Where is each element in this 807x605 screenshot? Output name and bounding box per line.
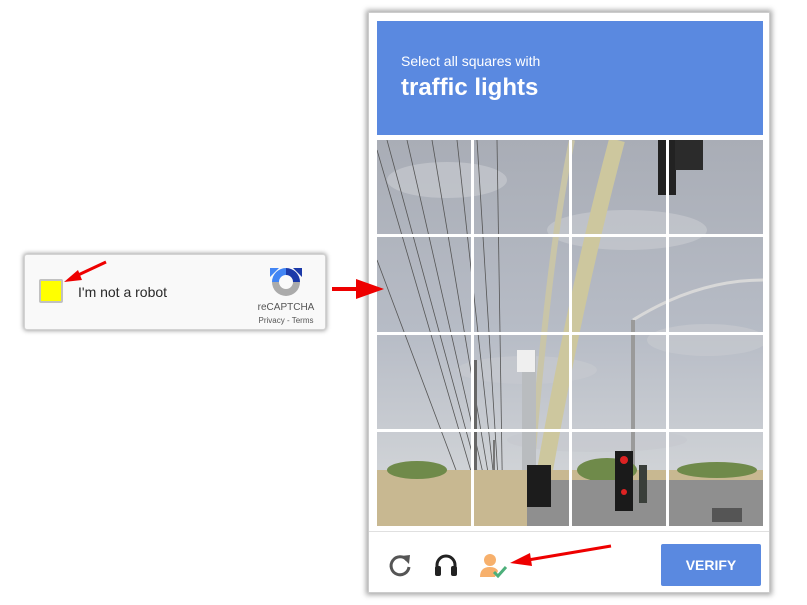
verify-button[interactable]: VERIFY [661,544,761,586]
image-grid [377,140,763,526]
image-tile[interactable] [668,237,763,332]
image-challenge-popup: Select all squares with traffic lights V… [368,12,770,593]
person-check-icon[interactable] [479,552,509,578]
image-tile[interactable] [571,237,666,332]
street-photo-slice [474,140,569,235]
street-photo-slice [668,140,763,235]
street-photo-slice [377,334,472,429]
challenge-footer: VERIFY [369,531,769,594]
challenge-target: traffic lights [401,74,539,101]
recaptcha-links: Privacy - Terms [251,316,321,325]
image-tile[interactable] [474,237,569,332]
street-photo-slice [377,431,472,526]
image-tile[interactable] [571,431,666,526]
street-photo-slice [474,237,569,332]
street-photo-slice [571,431,666,526]
street-photo-slice [571,334,666,429]
image-tile[interactable] [668,334,763,429]
image-tile[interactable] [377,237,472,332]
not-a-robot-label: I'm not a robot [78,284,168,300]
street-photo-slice [668,334,763,429]
image-tile[interactable] [571,334,666,429]
privacy-link[interactable]: Privacy [259,316,285,325]
recaptcha-checkbox-widget: I'm not a robot reCAPTCHA Privacy - Term… [24,254,326,330]
image-tile[interactable] [377,334,472,429]
image-tile[interactable] [474,140,569,235]
terms-link[interactable]: Terms [292,316,314,325]
street-photo-slice [668,431,763,526]
street-photo-slice [474,334,569,429]
link-separator: - [284,316,292,325]
image-tile[interactable] [474,334,569,429]
street-photo-slice [377,140,472,235]
street-photo-slice [668,237,763,332]
image-tile[interactable] [474,431,569,526]
street-photo-slice [474,431,569,526]
challenge-instruction: Select all squares with [401,53,541,69]
recaptcha-brand: reCAPTCHA [257,302,315,313]
not-a-robot-checkbox[interactable] [39,279,63,303]
image-tile[interactable] [668,140,763,235]
image-tile[interactable] [668,431,763,526]
reload-icon[interactable] [387,552,413,578]
image-tile[interactable] [377,431,472,526]
street-photo-slice [377,237,472,332]
recaptcha-logo-icon [270,268,302,296]
challenge-header: Select all squares with traffic lights [377,21,763,135]
street-photo-slice [571,140,666,235]
image-tile[interactable] [377,140,472,235]
street-photo-slice [571,237,666,332]
image-tile[interactable] [571,140,666,235]
headphones-icon[interactable] [433,552,459,578]
